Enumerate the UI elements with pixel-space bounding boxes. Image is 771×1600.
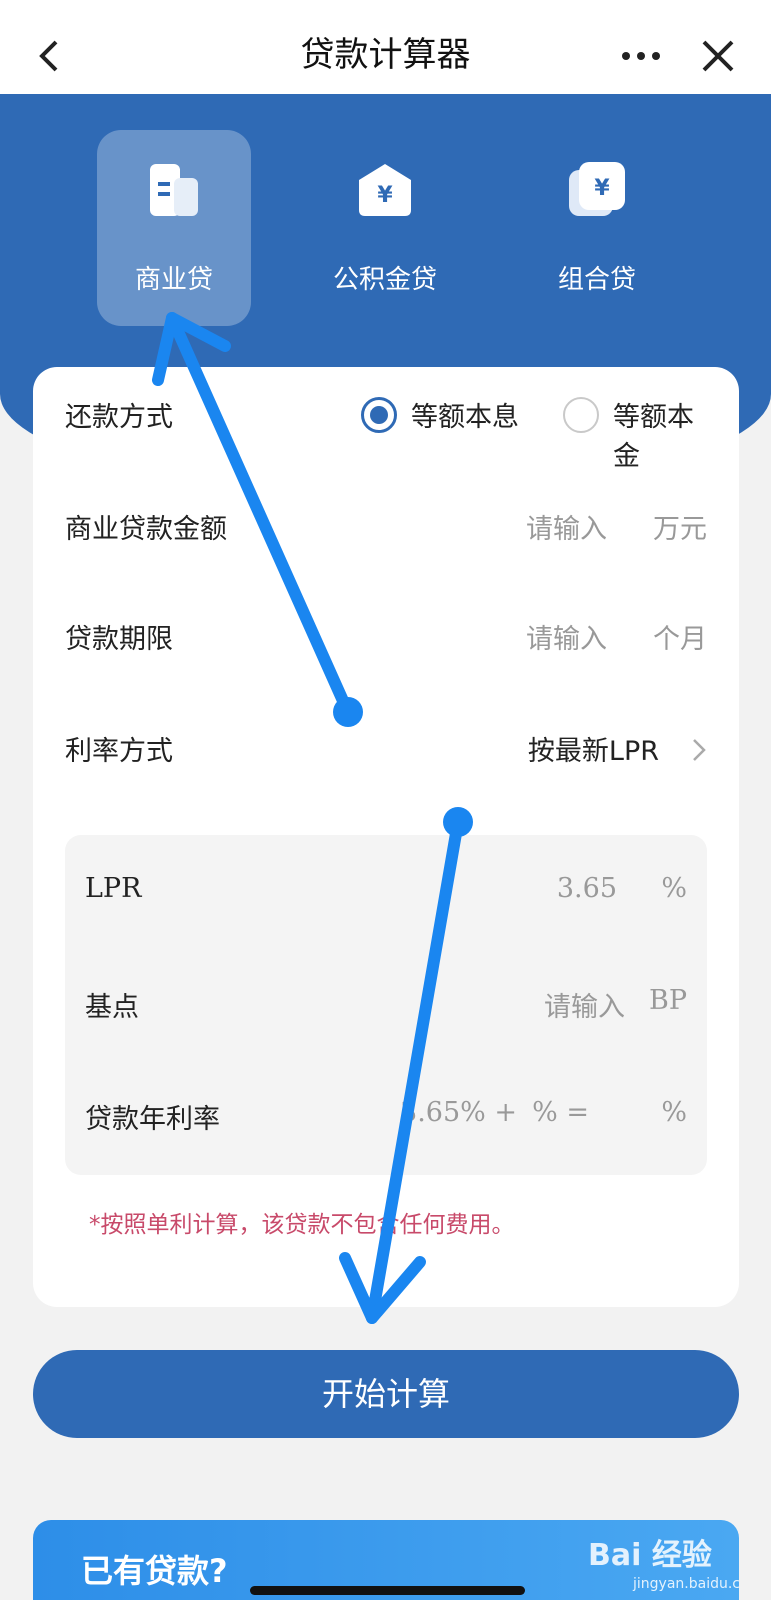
tab-commercial-loan[interactable]: 商业贷	[97, 130, 251, 326]
basis-point-unit: BP	[648, 985, 687, 1016]
disclaimer-note: *按照单利计算，该贷款不包含任何费用。	[89, 1212, 515, 1238]
lpr-value[interactable]: 3.65	[557, 873, 617, 904]
rate-method-label: 利率方式	[65, 736, 173, 767]
tab-combined-loan[interactable]: ¥ 组合贷	[520, 130, 674, 326]
loan-term-row: 贷款期限 请输入 个月	[65, 607, 707, 667]
rate-method-value[interactable]: 按最新LPR	[528, 729, 659, 768]
watermark-logo: Bai 经验	[588, 1538, 712, 1573]
loan-amount-unit: 万元	[653, 514, 707, 545]
annual-rate-label: 贷款年利率	[85, 1104, 220, 1135]
basis-point-label: 基点	[85, 992, 139, 1023]
loan-form-card: 还款方式 等额本息 等额本金 商业贷款金额 请输入 万元 贷款期限 请输入 个月…	[33, 367, 739, 1307]
repay-method-row: 还款方式 等额本息 等额本金	[65, 385, 707, 472]
radio-equal-installment-label[interactable]: 等额本息	[411, 395, 519, 434]
loan-amount-row: 商业贷款金额 请输入 万元	[65, 497, 707, 557]
loan-term-unit: 个月	[653, 624, 707, 655]
lpr-row: LPR 3.65 %	[85, 863, 687, 923]
annual-rate-formula-b: % =	[532, 1097, 589, 1128]
lpr-label: LPR	[85, 873, 142, 904]
loan-term-input[interactable]: 请输入	[526, 617, 607, 656]
yuan-cards-icon: ¥	[569, 162, 625, 216]
banner-title: 已有贷款?	[81, 1552, 228, 1590]
annual-rate-row: 贷款年利率 3.65% + % = %	[85, 1087, 687, 1147]
home-indicator	[250, 1586, 525, 1595]
watermark-url: jingyan.baidu.com	[633, 1576, 739, 1592]
chevron-right-icon	[693, 739, 706, 761]
loan-term-label: 贷款期限	[65, 624, 173, 655]
loan-amount-label: 商业贷款金额	[65, 514, 227, 545]
rate-method-row[interactable]: 利率方式 按最新LPR	[65, 719, 707, 779]
tab-provident-fund-loan[interactable]: ¥ 公积金贷	[308, 130, 462, 326]
close-icon[interactable]	[700, 38, 736, 74]
tab-label: 商业贷	[134, 265, 213, 295]
rate-detail-panel: LPR 3.65 % 基点 请输入 BP 贷款年利率 3.65% + % = %	[65, 835, 707, 1175]
svg-text:¥: ¥	[377, 183, 393, 208]
repay-method-label: 还款方式	[65, 402, 173, 433]
basis-point-row: 基点 请输入 BP	[85, 975, 687, 1035]
tab-label: 公积金贷	[332, 265, 437, 295]
radio-equal-installment[interactable]	[361, 397, 397, 433]
loan-amount-input[interactable]: 请输入	[526, 507, 607, 546]
building-icon	[150, 164, 198, 216]
svg-text:¥: ¥	[594, 176, 610, 201]
lpr-unit: %	[661, 873, 687, 904]
radio-equal-principal[interactable]	[563, 397, 599, 433]
radio-equal-principal-label[interactable]: 等额本金	[613, 395, 707, 473]
basis-point-input[interactable]: 请输入	[544, 985, 625, 1024]
chevron-left-icon[interactable]	[34, 36, 68, 76]
ellipsis-icon[interactable]	[616, 38, 666, 74]
house-yuan-icon: ¥	[359, 164, 411, 216]
calculate-button[interactable]: 开始计算	[33, 1350, 739, 1438]
annual-rate-unit: %	[661, 1097, 687, 1128]
annual-rate-formula-a: 3.65% +	[400, 1097, 517, 1128]
tab-label: 组合贷	[557, 265, 636, 295]
nav-bar: 贷款计算器	[0, 0, 771, 94]
